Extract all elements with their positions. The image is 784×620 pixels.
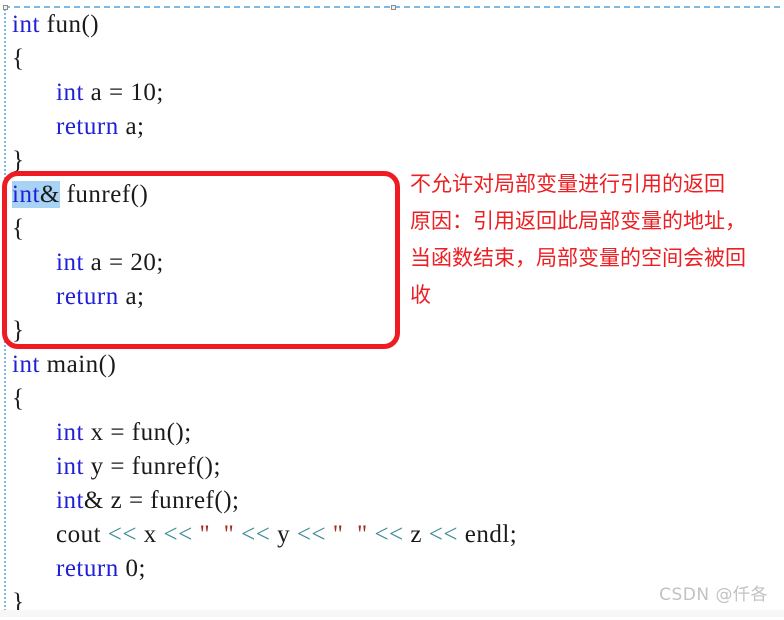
code-line[interactable]: }	[0, 314, 784, 348]
code-token-string: " "	[332, 521, 368, 548]
code-token-plain: y	[270, 521, 297, 548]
annotation-line: 不允许对局部变量进行引用的返回	[410, 172, 725, 196]
code-token-keyword: int	[12, 11, 40, 38]
code-token-plain: x = fun();	[83, 419, 192, 446]
code-token-plain: y = funref();	[83, 453, 221, 480]
code-token-plain: & z = funref();	[83, 487, 240, 514]
annotation-text: 不允许对局部变量进行引用的返回 原因：引用返回此局部变量的地址， 当函数结束，局部变…	[410, 166, 782, 314]
code-line[interactable]: int y = funref();	[0, 450, 784, 484]
code-token-plain: {	[12, 45, 25, 72]
code-token-operator: <<	[428, 521, 458, 548]
code-token-keyword: return	[56, 113, 119, 140]
code-token-plain: a;	[118, 113, 145, 140]
code-token-operator: <<	[163, 521, 193, 548]
code-line[interactable]: int& z = funref();	[0, 484, 784, 518]
code-token-operator: <<	[296, 521, 327, 548]
code-token-plain: {	[12, 215, 25, 242]
code-token-keyword: int	[56, 453, 84, 480]
annotation-line: 原因：引用返回此局部变量的地址，	[410, 209, 746, 233]
code-line[interactable]: cout << x << " " << y << " " << z << end…	[0, 518, 784, 552]
code-token-plain-selected: &	[39, 181, 60, 208]
code-token-operator: <<	[241, 521, 271, 548]
code-token-plain: a;	[118, 283, 145, 310]
code-token-plain: fun()	[39, 11, 100, 38]
code-line[interactable]: int fun()	[0, 8, 784, 42]
code-token-plain: }	[12, 317, 25, 344]
bottom-divider	[0, 610, 784, 617]
code-token-plain: funref()	[59, 181, 149, 208]
code-token-keyword: int	[56, 419, 84, 446]
code-token-plain: z	[403, 521, 429, 548]
code-token-keyword: return	[56, 283, 119, 310]
code-token-plain: cout	[56, 521, 108, 548]
code-token-keyword: int	[56, 487, 84, 514]
code-token-plain: a = 10;	[83, 79, 164, 106]
code-line[interactable]: int main()	[0, 348, 784, 382]
code-token-plain: {	[12, 385, 25, 412]
code-token-plain: 0;	[118, 555, 146, 582]
code-token-plain: endl;	[457, 521, 518, 548]
code-token-keyword: int	[12, 351, 40, 378]
code-token-keyword: int	[56, 79, 84, 106]
code-token-plain: a = 20;	[83, 249, 164, 276]
code-token-string: " "	[199, 521, 235, 548]
code-token-keyword: return	[56, 555, 119, 582]
code-token-keyword-selected: int	[12, 181, 40, 208]
annotation-line: 收	[410, 283, 431, 307]
csdn-watermark: CSDN @仟各	[659, 585, 768, 605]
code-token-operator: <<	[107, 521, 137, 548]
annotation-line: 当函数结束，局部变量的空间会被回	[410, 246, 746, 270]
code-token-plain: x	[137, 521, 164, 548]
code-line[interactable]: {	[0, 42, 784, 76]
code-line[interactable]: int x = fun();	[0, 416, 784, 450]
code-token-plain: }	[12, 147, 25, 174]
code-token-keyword: int	[56, 249, 84, 276]
code-line[interactable]: return a;	[0, 110, 784, 144]
code-line[interactable]: int a = 10;	[0, 76, 784, 110]
code-token-plain: main()	[39, 351, 117, 378]
code-line[interactable]: {	[0, 382, 784, 416]
code-token-operator: <<	[374, 521, 404, 548]
